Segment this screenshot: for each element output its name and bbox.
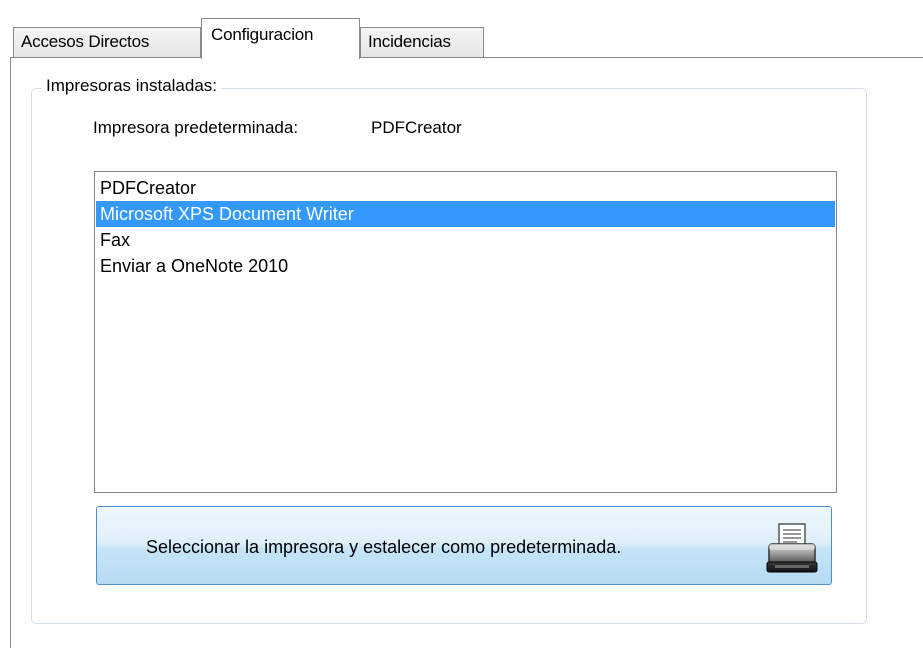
tab-configuracion-label: Configuracion bbox=[211, 25, 314, 44]
printer-list-item-xps-writer[interactable]: Microsoft XPS Document Writer bbox=[96, 201, 835, 227]
printer-icon bbox=[766, 523, 818, 573]
tab-accesos-directos-label: Accesos Directos bbox=[21, 32, 150, 51]
printer-list-item-onenote[interactable]: Enviar a OneNote 2010 bbox=[96, 253, 835, 279]
tab-configuracion[interactable]: Configuracion bbox=[201, 18, 360, 59]
set-default-printer-button[interactable]: Seleccionar la impresora y estalecer com… bbox=[96, 506, 832, 585]
installed-printers-title: Impresoras instaladas: bbox=[42, 76, 222, 96]
printer-list[interactable]: PDFCreator Microsoft XPS Document Writer… bbox=[94, 171, 837, 493]
printer-list-item-fax[interactable]: Fax bbox=[96, 227, 835, 253]
printer-list-item-pdfcreator[interactable]: PDFCreator bbox=[96, 175, 835, 201]
default-printer-label: Impresora predeterminada: bbox=[93, 118, 299, 137]
tab-accesos-directos[interactable]: Accesos Directos bbox=[13, 27, 201, 57]
set-default-printer-button-label: Seleccionar la impresora y estalecer com… bbox=[146, 537, 622, 557]
settings-window: Accesos Directos Configuracion Incidenci… bbox=[0, 0, 923, 648]
tab-incidencias-label: Incidencias bbox=[368, 32, 451, 51]
tab-incidencias[interactable]: Incidencias bbox=[360, 27, 484, 57]
default-printer-value: PDFCreator bbox=[371, 118, 462, 137]
